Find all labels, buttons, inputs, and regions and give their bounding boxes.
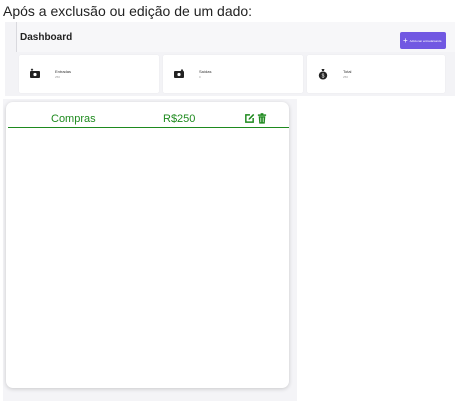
transaction-name: Compras: [51, 113, 96, 125]
trash-icon[interactable]: [257, 113, 267, 124]
page-heading: Após a exclusão ou edição de um dado:: [3, 3, 253, 19]
transactions-panel: Compras R$250: [3, 99, 297, 401]
total-card: $ Total 250: [307, 55, 445, 93]
svg-text:$: $: [322, 73, 325, 79]
dashboard-title: Dashboard: [20, 32, 73, 43]
add-entry-button[interactable]: + Adicionar entrada/saída: [400, 32, 446, 49]
transactions-list-card: Compras R$250: [6, 102, 289, 388]
edit-icon[interactable]: [244, 113, 255, 124]
card-value: 250: [55, 75, 61, 79]
plus-icon: +: [403, 35, 408, 45]
saidas-card: Saídas 0: [163, 55, 303, 93]
money-bag-icon: $: [318, 69, 328, 80]
transaction-value: R$250: [163, 113, 196, 125]
card-label: Entradas: [55, 69, 72, 74]
cash-out-icon: [174, 69, 184, 78]
card-label: Total: [343, 69, 352, 74]
dashboard-header-bar: [16, 22, 455, 52]
entradas-card: Entradas 250: [19, 55, 159, 93]
add-entry-label: Adicionar entrada/saída: [409, 38, 442, 43]
transaction-row: Compras R$250: [8, 110, 289, 128]
card-value: 0: [199, 75, 201, 79]
card-value: 250: [343, 75, 349, 79]
cash-in-icon: [30, 68, 40, 78]
card-label: Saídas: [199, 69, 212, 74]
